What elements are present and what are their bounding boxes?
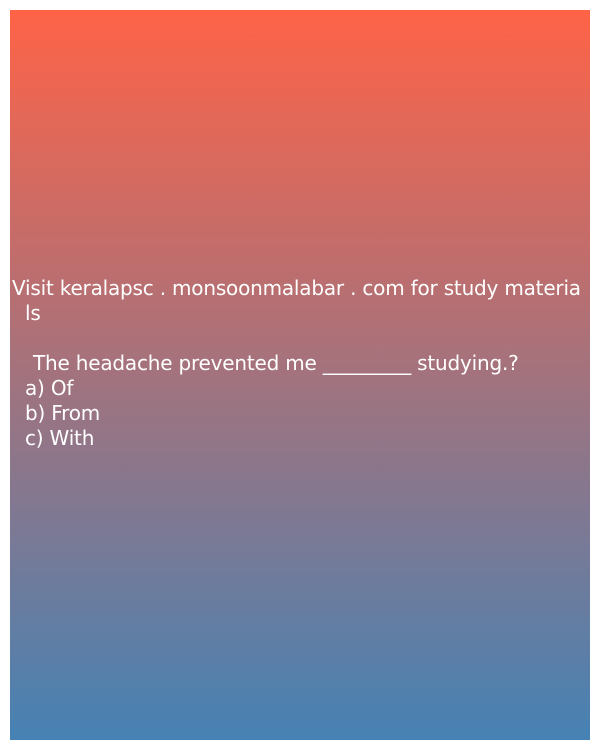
option-c: c) With (25, 426, 95, 450)
option-a: a) Of (25, 376, 74, 400)
card-content: Visit keralapsc . monsoonmalabar . com f… (12, 276, 590, 451)
option-b: b) From (25, 401, 101, 425)
question-card: Visit keralapsc . monsoonmalabar . com f… (10, 10, 590, 740)
promo-text-line-2: ls (25, 301, 41, 325)
question-text: The headache prevented me _________ stud… (33, 351, 519, 375)
promo-text-line-1: Visit keralapsc . monsoonmalabar . com f… (12, 276, 581, 300)
